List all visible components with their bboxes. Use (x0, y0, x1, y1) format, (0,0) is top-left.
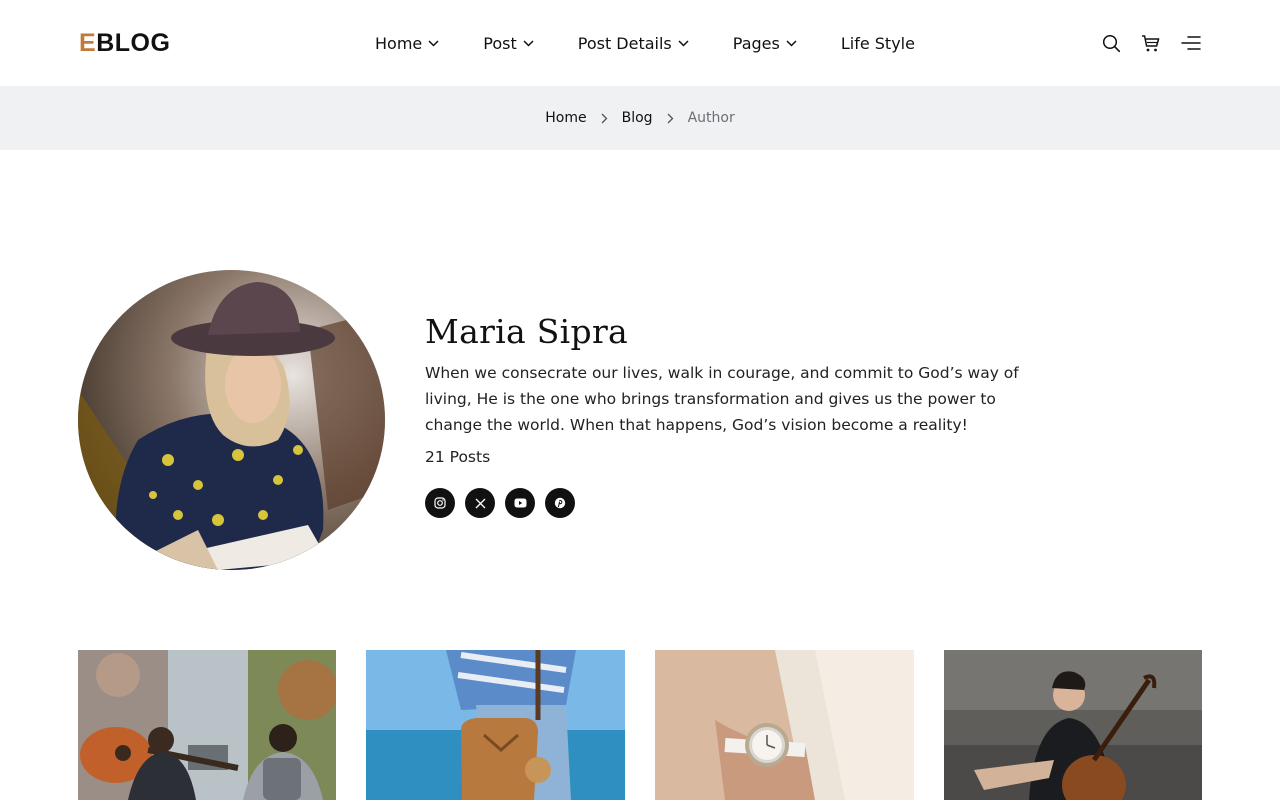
logo-letter: E (79, 29, 97, 57)
logo-text: BLOG (96, 29, 171, 57)
nav-item-label: Post Details (577, 33, 672, 53)
site-header: EBLOG Home Post Post Details Pages Life … (0, 0, 1280, 86)
breadcrumb-current: Author (687, 110, 735, 126)
pinterest-icon[interactable] (545, 488, 575, 518)
main-nav: Home Post Post Details Pages Life Style (375, 31, 915, 55)
breadcrumb-blog[interactable]: Blog (622, 110, 653, 126)
nav-item-home[interactable]: Home (375, 34, 439, 53)
post-thumbnail[interactable] (944, 650, 1202, 800)
breadcrumb-home[interactable]: Home (545, 110, 586, 126)
nav-item-post[interactable]: Post (483, 33, 534, 53)
post-thumbnail[interactable] (78, 650, 336, 800)
nav-item-label: Post (483, 33, 517, 53)
nav-item-label: Home (375, 33, 423, 53)
author-socials (425, 488, 1045, 518)
author-info: Maria Sipra When we consecrate our lives… (425, 312, 1045, 518)
chevron-down-icon (428, 39, 439, 47)
chevron-right-icon (601, 113, 608, 124)
youtube-icon[interactable] (505, 488, 535, 518)
menu-icon[interactable] (1180, 33, 1202, 53)
author-posts-grid (78, 650, 1202, 800)
search-icon[interactable] (1100, 33, 1122, 53)
instagram-icon[interactable] (425, 488, 455, 518)
post-thumbnail[interactable] (366, 650, 625, 800)
chevron-down-icon (786, 39, 797, 47)
author-name: Maria Sipra (425, 312, 628, 351)
nav-item-pages[interactable]: Pages (733, 34, 797, 53)
nav-item-label: Pages (732, 33, 780, 53)
header-actions (1082, 33, 1202, 53)
chevron-right-icon (667, 113, 674, 124)
author-avatar (78, 270, 385, 570)
site-logo[interactable]: EBLOG (79, 30, 170, 56)
nav-item-post-details[interactable]: Post Details (578, 34, 689, 53)
nav-item-life-style[interactable]: Life Style (841, 34, 915, 53)
author-post-count: 21 Posts (425, 448, 491, 466)
author-bio: When we consecrate our lives, walk in co… (425, 364, 1019, 434)
chevron-down-icon (678, 39, 689, 47)
breadcrumb-bar: Home Blog Author (0, 86, 1280, 150)
cart-icon[interactable] (1140, 33, 1162, 53)
post-thumbnail[interactable] (655, 650, 914, 800)
x-icon[interactable] (465, 488, 495, 518)
breadcrumb: Home Blog Author (545, 110, 734, 126)
chevron-down-icon (523, 39, 534, 47)
nav-item-label: Life Style (840, 33, 915, 53)
